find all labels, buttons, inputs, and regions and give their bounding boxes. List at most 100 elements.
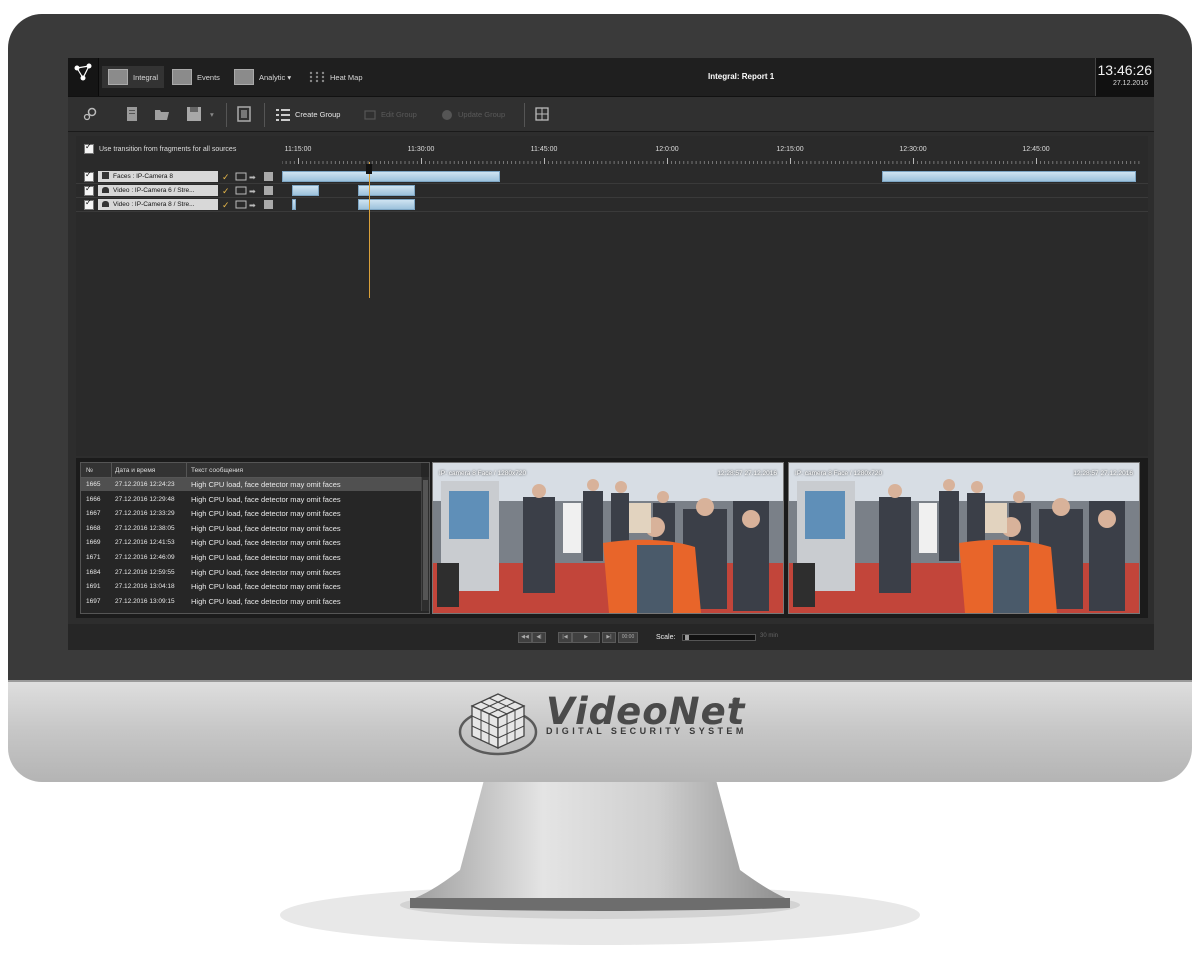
save-icon[interactable] xyxy=(186,106,202,122)
brand-logo: VideoNet ® DIGITAL SECURITY SYSTEM xyxy=(450,690,750,760)
prev-frame-button[interactable]: |◀ xyxy=(558,632,572,643)
timeline-cursor[interactable] xyxy=(369,162,370,298)
table-row[interactable]: 1669 27.12.2016 12:41:53 High CPU load, fa… xyxy=(81,536,421,549)
video-timestamp-right: 12:28:57 27.12.2016 xyxy=(1073,470,1133,477)
video-tile-left[interactable]: IP: camera 8 Face / 1280x720 12:28:57 27… xyxy=(432,462,784,614)
playback-bar: ◀◀ ◀| |◀ ▶ ▶| 00:00 Scale: 30 min xyxy=(68,624,1154,650)
table-row[interactable]: 1667 27.12.2016 12:33:29 High CPU load, fa… xyxy=(81,507,421,520)
tab-analytic[interactable]: Analytic ▾ xyxy=(234,66,291,88)
source-checkbox[interactable] xyxy=(84,184,94,196)
column-header-message[interactable]: Текст сообщения xyxy=(191,467,243,474)
rewind-fast-button[interactable]: ◀◀ xyxy=(518,632,532,643)
events-scrollbar[interactable] xyxy=(421,477,429,611)
toolbar-separator xyxy=(524,103,525,127)
source-row[interactable]: Video : IP-Camera 8 / Stre... ✓➡ xyxy=(76,198,1148,212)
heat-map-icon xyxy=(309,71,325,83)
tab-heat-map[interactable]: Heat Map xyxy=(308,66,363,88)
check-mark-icon: ✓ xyxy=(222,200,230,210)
tab-events[interactable]: Events xyxy=(172,66,220,88)
clock-time: 13:46:26 xyxy=(1097,62,1153,78)
update-group-button[interactable]: Update Group xyxy=(458,110,505,119)
timeline-bar[interactable] xyxy=(882,171,1136,182)
row-message: High CPU load, face detector may omit fa… xyxy=(191,538,341,548)
app-logo-icon xyxy=(74,63,92,81)
video-tile-right[interactable]: IP: camera 8 Face / 1280x720 12:28:57 27… xyxy=(788,462,1140,614)
top-bar: Integral Events Analytic ▾ Heat Map Inte… xyxy=(68,58,1154,97)
timeline-bar[interactable] xyxy=(292,199,296,210)
row-message: High CPU load, face detector may omit fa… xyxy=(191,582,341,592)
row-datetime: 27.12.2016 12:41:53 xyxy=(115,539,175,547)
table-row[interactable]: 1691 27.12.2016 13:04:18 High CPU load, fa… xyxy=(81,580,421,593)
column-header-datetime[interactable]: Дата и время xyxy=(115,467,155,474)
time-tick-label: 11:15:00 xyxy=(284,146,312,153)
create-group-icon xyxy=(276,109,290,121)
table-row[interactable]: 1666 27.12.2016 12:29:48 High CPU load, fa… xyxy=(81,493,421,506)
svg-text:➡: ➡ xyxy=(249,187,256,196)
timeline-bar[interactable] xyxy=(282,171,500,182)
app-logo-button[interactable] xyxy=(68,58,99,96)
column-header-id[interactable]: № xyxy=(86,467,93,474)
create-group-button[interactable]: Create Group xyxy=(295,110,340,119)
scale-slider[interactable] xyxy=(682,634,756,641)
timeline-bar[interactable] xyxy=(292,185,319,196)
brand-tagline: DIGITAL SECURITY SYSTEM xyxy=(546,726,747,736)
save-dropdown-arrow-icon[interactable]: ▾ xyxy=(210,110,214,119)
analytic-icon xyxy=(234,69,254,85)
play-button[interactable]: ▶ xyxy=(572,632,600,643)
source-checkbox[interactable] xyxy=(84,170,94,182)
row-message: High CPU load, face detector may omit fa… xyxy=(191,523,341,533)
scrollbar-thumb[interactable] xyxy=(423,480,428,600)
edit-group-button[interactable]: Edit Group xyxy=(381,110,417,119)
source-row[interactable]: Video : IP-Camera 6 / Stre... ✓➡ xyxy=(76,184,1148,198)
source-row-tools[interactable]: ✓ ➡ xyxy=(222,185,278,196)
timeline-bar[interactable] xyxy=(358,199,415,210)
video-caption-right: IP: camera 8 Face / 1280x720 xyxy=(795,470,883,477)
update-group-icon xyxy=(442,110,452,120)
monitor: Integral Events Analytic ▾ Heat Map Inte… xyxy=(8,14,1192,784)
source-row[interactable]: Faces : IP-Camera 8 ✓➡ xyxy=(76,170,1148,184)
clock: 13:46:26 27.12.2016 xyxy=(1095,58,1154,96)
rewind-button[interactable]: ◀| xyxy=(532,632,546,643)
checkbox-icon xyxy=(84,142,94,154)
table-row[interactable]: 1697 27.12.2016 13:09:15 High CPU load, fa… xyxy=(81,595,421,608)
row-id: 1691 xyxy=(86,583,101,591)
svg-text:➡: ➡ xyxy=(249,201,256,210)
row-id: 1665 xyxy=(86,481,101,488)
row-id: 1668 xyxy=(86,524,101,532)
video-frame-right xyxy=(789,463,1139,613)
time-tick-label: 12:45:00 xyxy=(1022,146,1050,153)
row-datetime: 27.12.2016 12:24:23 xyxy=(115,481,175,488)
settings-icon[interactable] xyxy=(82,106,98,122)
source-checkbox[interactable] xyxy=(84,198,94,210)
timeline-cursor-handle[interactable] xyxy=(366,164,372,174)
integral-icon xyxy=(108,69,128,85)
timeline-bar[interactable] xyxy=(358,185,415,196)
row-datetime: 27.12.2016 12:46:09 xyxy=(115,554,175,561)
timeline-panel: Use transition from fragments for all so… xyxy=(76,136,1148,456)
tab-integral[interactable]: Integral xyxy=(102,66,165,88)
table-row[interactable]: 1668 27.12.2016 12:38:05 High CPU load, fa… xyxy=(81,522,421,535)
table-row[interactable]: 1671 27.12.2016 12:46:09 High CPU load, fa… xyxy=(81,551,421,564)
cube-logo-icon xyxy=(458,693,538,756)
time-tick-label: 12:30:00 xyxy=(899,146,927,153)
row-datetime: 27.12.2016 13:09:15 xyxy=(115,597,175,605)
new-document-icon[interactable] xyxy=(124,106,140,122)
source-row-tools[interactable]: ✓ ➡ xyxy=(222,199,278,210)
film-strip-icon[interactable] xyxy=(236,106,252,122)
table-row[interactable]: 1684 27.12.2016 12:59:55 High CPU load, fa… xyxy=(81,566,421,579)
source-row-tools[interactable]: ✓ ➡ xyxy=(222,171,278,182)
events-table-header: № Дата и время Текст сообщения xyxy=(81,463,421,478)
next-frame-button[interactable]: ▶| xyxy=(602,632,616,643)
playback-time-box[interactable]: 00:00 xyxy=(618,632,638,643)
time-ruler[interactable] xyxy=(282,158,1142,164)
scale-slider-thumb[interactable] xyxy=(685,635,689,640)
use-transition-checkbox[interactable]: Use transition from fragments for all so… xyxy=(84,142,236,154)
row-message: High CPU load, face detector may omit fa… xyxy=(191,596,341,606)
window-title: Integral: Report 1 xyxy=(708,72,775,81)
row-datetime: 27.12.2016 12:33:29 xyxy=(115,510,175,518)
time-tick-label: 12:0:00 xyxy=(655,146,679,153)
open-folder-icon[interactable] xyxy=(154,106,170,122)
layout-grid-icon[interactable] xyxy=(534,106,550,122)
table-row[interactable]: 1665 27.12.2016 12:24:23 High CPU load, fa… xyxy=(81,478,421,492)
time-tick-label: 11:45:00 xyxy=(530,146,558,153)
